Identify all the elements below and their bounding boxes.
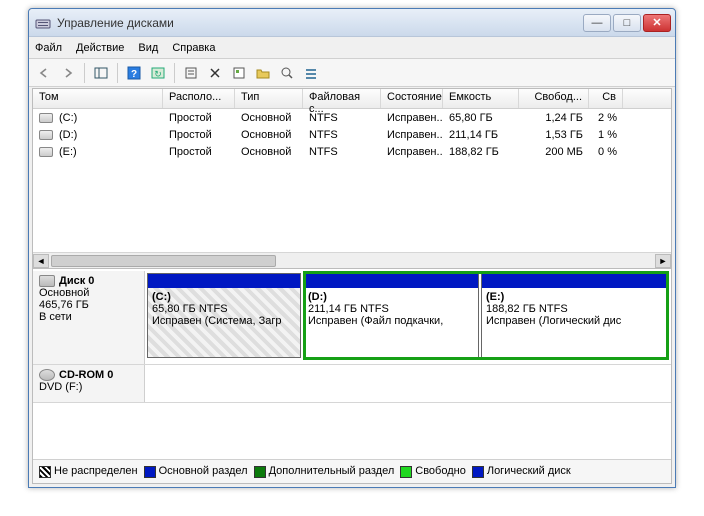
cdrom-sub: DVD (F:) [39, 381, 138, 393]
cdrom-area [145, 365, 671, 402]
legend-label: Не распределен [54, 465, 138, 477]
content-area: Том Располо... Тип Файловая с... Состоян… [32, 88, 672, 484]
menu-action[interactable]: Действие [76, 42, 124, 54]
refresh-button[interactable]: ↻ [147, 62, 169, 84]
partition-status: Исправен (Файл подкачки, [308, 315, 443, 327]
settings-button[interactable] [180, 62, 202, 84]
legend-bar: Не распределен Основной раздел Дополните… [33, 459, 671, 483]
partition-label: (D:) [308, 291, 327, 303]
disk-capacity: 465,76 ГБ [39, 299, 138, 311]
app-icon [35, 15, 51, 31]
partition-header [304, 274, 478, 288]
legend-swatch-logical [472, 466, 484, 478]
volume-name: (D:) [59, 129, 77, 141]
volume-name: (C:) [59, 112, 77, 124]
disk-icon [39, 275, 55, 287]
disk-row: Диск 0 Основной 465,76 ГБ В сети (C:) 65… [33, 271, 671, 365]
col-filesystem[interactable]: Файловая с... [303, 89, 381, 108]
partition-header [148, 274, 300, 288]
properties-button[interactable] [228, 62, 250, 84]
legend-swatch-unallocated [39, 466, 51, 478]
svg-text:↻: ↻ [154, 69, 162, 79]
search-button[interactable] [276, 62, 298, 84]
col-percent[interactable]: Св [589, 89, 623, 108]
back-button[interactable] [33, 62, 55, 84]
volume-icon [39, 130, 53, 140]
minimize-button[interactable]: — [583, 14, 611, 32]
partition-label: (E:) [486, 291, 504, 303]
volume-row[interactable]: (C:) Простой Основной NTFS Исправен... 6… [33, 109, 671, 126]
cdrom-info-cell[interactable]: CD-ROM 0 DVD (F:) [33, 365, 145, 402]
volume-list-header[interactable]: Том Располо... Тип Файловая с... Состоян… [33, 89, 671, 109]
scroll-left-button[interactable]: ◄ [33, 254, 49, 268]
graphical-disk-pane: Диск 0 Основной 465,76 ГБ В сети (C:) 65… [33, 271, 671, 459]
toolbar: ? ↻ [29, 59, 675, 87]
partition-d[interactable]: (D:) 211,14 ГБ NTFS Исправен (Файл подка… [303, 273, 479, 358]
close-button[interactable]: ✕ [643, 14, 671, 32]
show-hide-tree-button[interactable] [90, 62, 112, 84]
scroll-thumb[interactable] [51, 255, 276, 267]
legend-swatch-extended [254, 466, 266, 478]
cdrom-title: CD-ROM 0 [59, 369, 113, 381]
disk-management-window: Управление дисками — □ ✕ Файл Действие В… [28, 8, 676, 488]
help-button[interactable]: ? [123, 62, 145, 84]
volume-icon [39, 147, 53, 157]
list-view-button[interactable] [300, 62, 322, 84]
partition-size: 65,80 ГБ NTFS [152, 303, 228, 315]
col-type[interactable]: Тип [235, 89, 303, 108]
open-button[interactable] [252, 62, 274, 84]
legend-label: Логический диск [487, 465, 571, 477]
col-capacity[interactable]: Емкость [443, 89, 519, 108]
scroll-right-button[interactable]: ► [655, 254, 671, 268]
col-free[interactable]: Свобод... [519, 89, 589, 108]
disk-title: Диск 0 [59, 275, 94, 287]
menubar: Файл Действие Вид Справка [29, 37, 675, 59]
partition-e[interactable]: (E:) 188,82 ГБ NTFS Исправен (Логический… [481, 273, 669, 358]
menu-view[interactable]: Вид [138, 42, 158, 54]
partition-area: (C:) 65,80 ГБ NTFS Исправен (Система, За… [145, 271, 671, 364]
legend-label: Дополнительный раздел [269, 465, 395, 477]
col-layout[interactable]: Располо... [163, 89, 235, 108]
legend-swatch-free [400, 466, 412, 478]
volume-row[interactable]: (D:) Простой Основной NTFS Исправен... 2… [33, 126, 671, 143]
partition-header [482, 274, 668, 288]
legend-swatch-primary [144, 466, 156, 478]
cdrom-row: CD-ROM 0 DVD (F:) [33, 365, 671, 403]
partition-status: Исправен (Система, Загр [152, 315, 282, 327]
disk-info-cell[interactable]: Диск 0 Основной 465,76 ГБ В сети [33, 271, 145, 364]
partition-status: Исправен (Логический дис [486, 315, 621, 327]
partition-size: 211,14 ГБ NTFS [308, 303, 389, 315]
svg-text:?: ? [131, 69, 137, 80]
volume-list-pane: Том Располо... Тип Файловая с... Состоян… [33, 89, 671, 269]
menu-file[interactable]: Файл [35, 42, 62, 54]
col-volume[interactable]: Том [33, 89, 163, 108]
partition-size: 188,82 ГБ NTFS [486, 303, 568, 315]
legend-label: Свободно [415, 465, 466, 477]
forward-button[interactable] [57, 62, 79, 84]
delete-button[interactable] [204, 62, 226, 84]
col-status[interactable]: Состояние [381, 89, 443, 108]
menu-help[interactable]: Справка [172, 42, 215, 54]
legend-label: Основной раздел [159, 465, 248, 477]
disk-status: В сети [39, 311, 138, 323]
window-title: Управление дисками [57, 16, 583, 30]
maximize-button[interactable]: □ [613, 14, 641, 32]
volume-name: (E:) [59, 146, 77, 158]
partition-c[interactable]: (C:) 65,80 ГБ NTFS Исправен (Система, За… [147, 273, 301, 358]
volume-row[interactable]: (E:) Простой Основной NTFS Исправен... 1… [33, 143, 671, 160]
cdrom-icon [39, 369, 55, 381]
volume-icon [39, 113, 53, 123]
volume-list-hscrollbar[interactable]: ◄ ► [33, 252, 671, 268]
partition-label: (C:) [152, 291, 171, 303]
disk-type: Основной [39, 287, 138, 299]
titlebar[interactable]: Управление дисками — □ ✕ [29, 9, 675, 37]
